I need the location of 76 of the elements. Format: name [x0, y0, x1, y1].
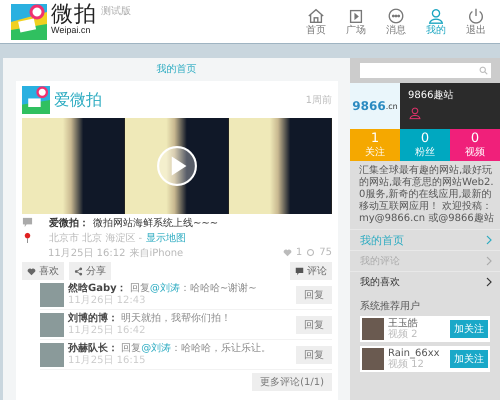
- search-icon: [479, 66, 488, 75]
- site-description: 汇集全球最有趣的网站,最好玩的网站,最有意思的网站Web2.0服务,新奇的在线应用,最新的移动互联网应用！ 欢迎投稿：my@9866.cn 或@9866趣站: [358, 164, 495, 226]
- comment-icon: [22, 217, 33, 228]
- reply-button[interactable]: 回复: [296, 286, 332, 304]
- more-comments-button[interactable]: 更多评论(1/1): [252, 373, 332, 391]
- heart-icon: [27, 266, 36, 276]
- nav-item[interactable]: 我的: [420, 7, 452, 36]
- beta-label: 测试版: [101, 4, 131, 18]
- location-text: 北京市 北京 海淀区 -: [49, 232, 142, 244]
- stat-tile[interactable]: 0 粉丝: [400, 129, 450, 161]
- nav-item[interactable]: 消息: [380, 7, 412, 36]
- stat-value: 1: [370, 132, 380, 146]
- show-map-link[interactable]: 显示地图: [146, 230, 186, 244]
- nav-item[interactable]: 首页: [300, 7, 332, 36]
- avatar-placeholder: [40, 282, 64, 306]
- post-age: 1周前: [306, 94, 332, 107]
- nav-item[interactable]: 广场: [340, 7, 372, 36]
- site-name: 9866趣站: [408, 88, 454, 102]
- author-name[interactable]: 爱微拍: [54, 90, 302, 110]
- avatar-icon: [22, 86, 50, 114]
- reply-button[interactable]: 回复: [296, 316, 332, 334]
- stat-value: 0: [470, 132, 480, 146]
- post-author: 爱微拍：: [49, 216, 89, 230]
- chevron-right-icon: [486, 256, 492, 266]
- user-name[interactable]: 王玉皓: [388, 318, 446, 329]
- reply-text: 刘博的博： 明天就拍，我帮你们拍！: [68, 313, 232, 324]
- like-count: 1: [296, 247, 302, 258]
- video-placeholder[interactable]: [22, 118, 332, 214]
- video-count: 视频 2: [388, 329, 419, 340]
- logo-text: 微拍: [51, 4, 97, 26]
- comment-button[interactable]: 评论: [290, 262, 332, 280]
- view-count: 75: [319, 247, 332, 258]
- stat-label: 视频: [465, 146, 485, 158]
- stat-tile[interactable]: 1 关注: [350, 129, 400, 161]
- heart-icon: [282, 248, 292, 257]
- avatar-placeholder: [40, 312, 64, 336]
- reply-text: 然晗Gaby： 回复@刘涛：哈哈哈~谢谢~: [68, 283, 258, 294]
- stat-label: 粉丝: [415, 146, 435, 158]
- play-icon[interactable]: [156, 145, 198, 187]
- comment-icon: [295, 266, 304, 276]
- chat-icon: [387, 7, 405, 25]
- user-name[interactable]: Rain_66xx: [388, 348, 446, 359]
- like-button[interactable]: 喜欢: [22, 262, 64, 280]
- nav-item[interactable]: 退出: [460, 7, 492, 36]
- stat-label: 关注: [365, 146, 385, 158]
- play-icon: [347, 7, 365, 25]
- page-title: 我的首页: [156, 62, 198, 77]
- logo-domain: Weipai.cn: [51, 26, 92, 34]
- logo-icon: [11, 4, 47, 40]
- photo-placeholder: [362, 318, 384, 340]
- user-icon: [408, 106, 422, 120]
- post-time: 11月25日 16:12: [48, 246, 126, 260]
- avatar-placeholder: [40, 342, 64, 366]
- home-icon: [307, 7, 325, 25]
- video-count: 视频 12: [388, 359, 425, 370]
- follow-button[interactable]: 加关注: [450, 350, 488, 368]
- follow-button[interactable]: 加关注: [450, 320, 488, 338]
- photo-placeholder: [362, 348, 384, 370]
- user-icon: [427, 7, 445, 25]
- menu-item[interactable]: 我的首页: [350, 229, 500, 250]
- share-icon: [74, 266, 83, 276]
- site-logo: 9866.cn: [350, 83, 400, 129]
- chevron-right-icon: [486, 277, 492, 287]
- stat-tile[interactable]: 0 视频: [450, 129, 500, 161]
- share-button[interactable]: 分享: [69, 262, 111, 280]
- menu-item[interactable]: 我的喜欢: [350, 271, 500, 292]
- stat-value: 0: [420, 132, 430, 146]
- location-pin-icon: [22, 232, 33, 243]
- reply-button[interactable]: 回复: [296, 346, 332, 364]
- search-field[interactable]: [360, 63, 491, 78]
- chevron-right-icon: [486, 235, 492, 245]
- power-icon: [467, 7, 485, 25]
- reply-text: 孙赫队长： 回复@刘涛：哈哈哈，乐让乐让。: [68, 343, 272, 354]
- post-source: 来自iPhone: [129, 246, 184, 260]
- post-text: 微拍网站海鲜系统上线~~~: [93, 216, 218, 230]
- section-title: 系统推荐用户: [359, 300, 421, 314]
